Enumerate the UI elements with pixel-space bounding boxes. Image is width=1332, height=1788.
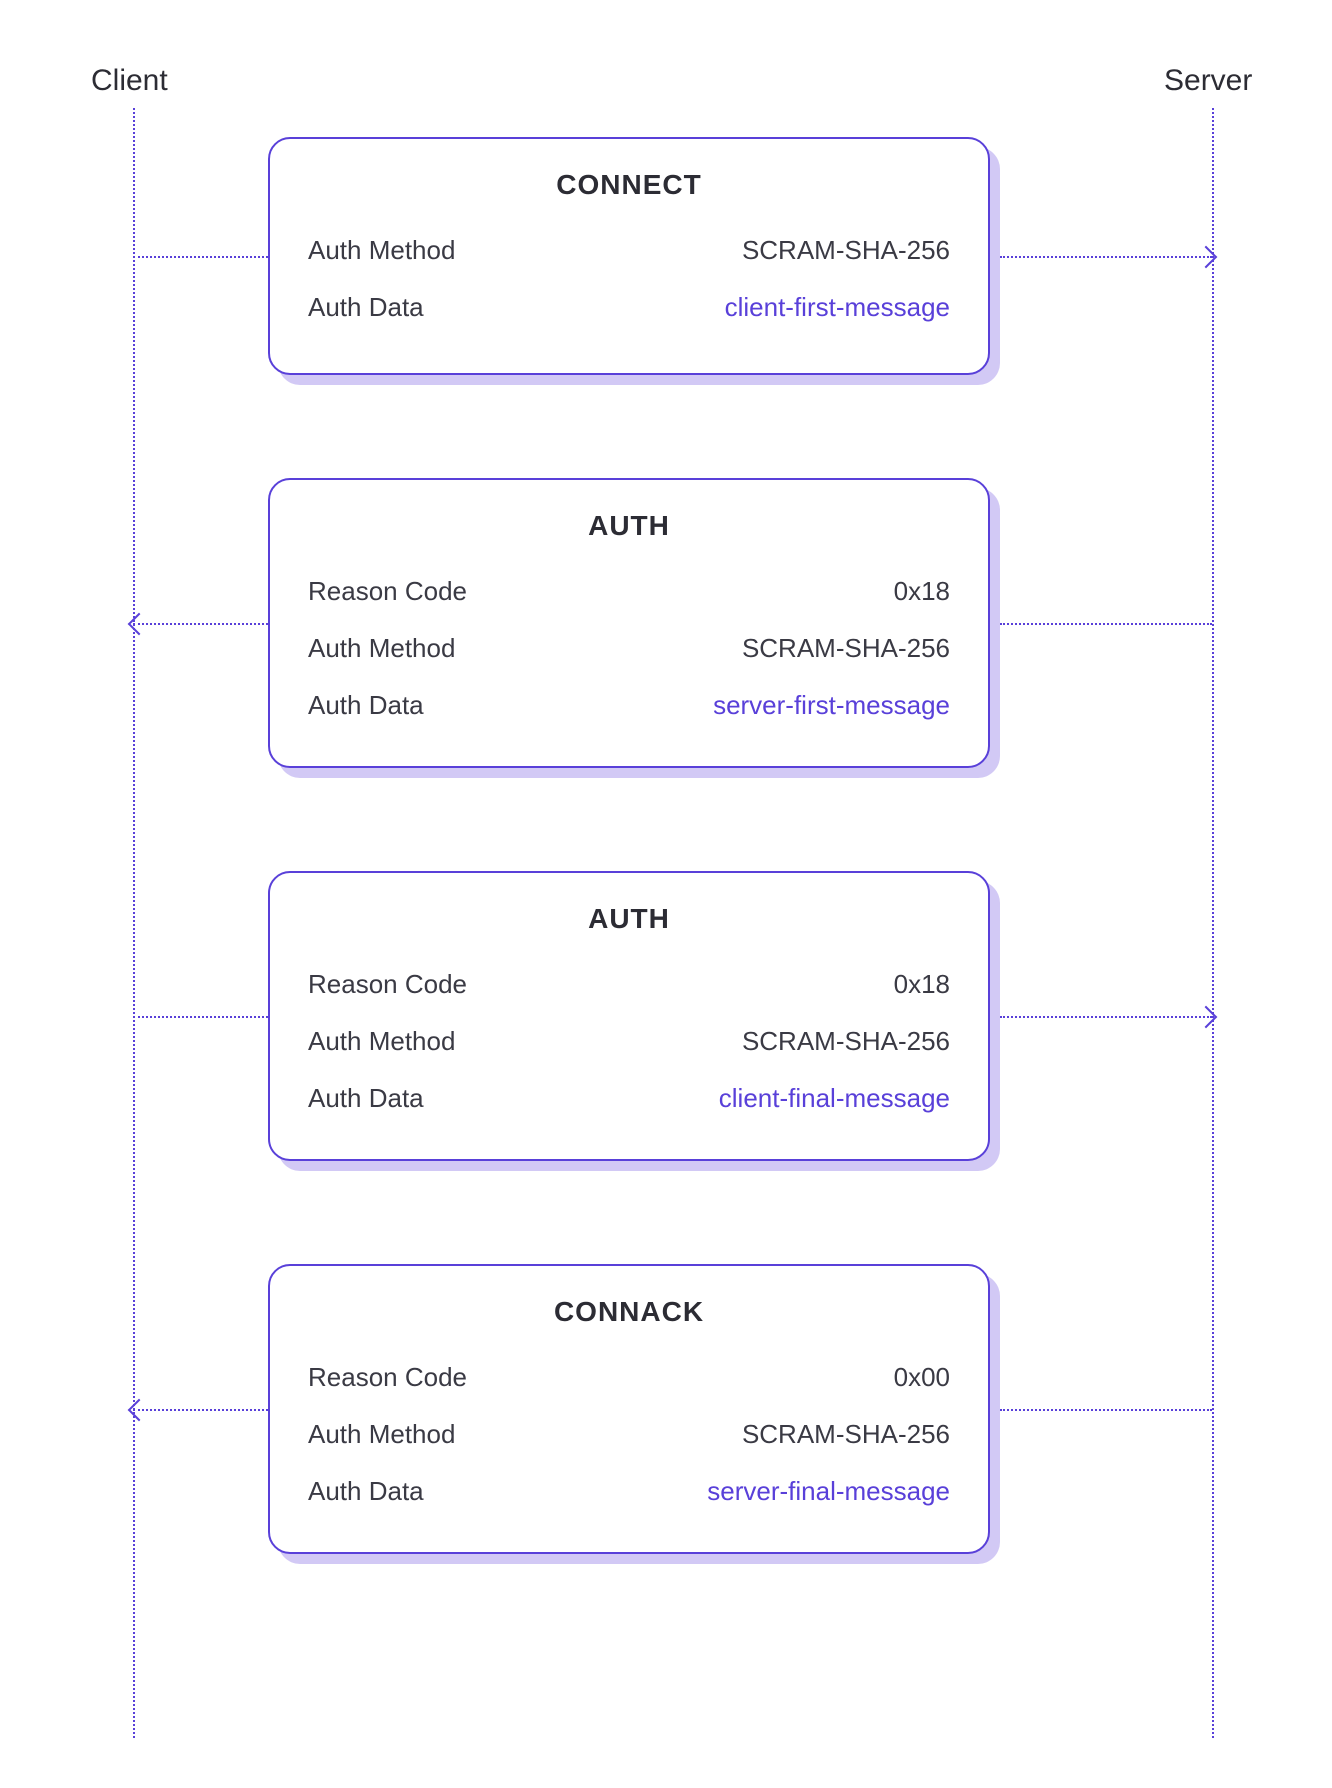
field-value: SCRAM-SHA-256	[742, 1419, 950, 1450]
field-key: Auth Data	[308, 690, 424, 721]
field-value: 0x18	[894, 576, 950, 607]
field-value: server-final-message	[707, 1476, 950, 1507]
field-row: Auth Method SCRAM-SHA-256	[308, 1026, 950, 1057]
field-key: Auth Method	[308, 1026, 455, 1057]
message-title: AUTH	[308, 903, 950, 935]
field-key: Reason Code	[308, 969, 467, 1000]
client-lifeline	[133, 108, 135, 1738]
arrow-segment	[133, 1016, 268, 1018]
field-key: Reason Code	[308, 576, 467, 607]
message-card-auth-1: AUTH Reason Code 0x18 Auth Method SCRAM-SHA-…	[268, 478, 990, 768]
field-value: SCRAM-SHA-256	[742, 1026, 950, 1057]
field-key: Auth Method	[308, 1419, 455, 1450]
field-row: Auth Method SCRAM-SHA-256	[308, 1419, 950, 1450]
message-title: CONNECT	[308, 169, 950, 201]
field-row: Auth Data client-final-message	[308, 1083, 950, 1114]
field-value: client-first-message	[725, 292, 950, 323]
arrow-head-icon	[128, 1399, 151, 1422]
arrow-segment	[1000, 623, 1212, 625]
field-key: Auth Method	[308, 235, 455, 266]
arrow-head-icon	[128, 613, 151, 636]
arrow-segment	[133, 256, 268, 258]
field-value: server-first-message	[713, 690, 950, 721]
message-card-auth-2: AUTH Reason Code 0x18 Auth Method SCRAM-SHA-…	[268, 871, 990, 1161]
field-value: 0x00	[894, 1362, 950, 1393]
field-value: client-final-message	[719, 1083, 950, 1114]
arrow-to-server	[1000, 1016, 1212, 1018]
message-card-connack: CONNACK Reason Code 0x00 Auth Method SCRAM-S…	[268, 1264, 990, 1554]
field-row: Auth Data server-first-message	[308, 690, 950, 721]
field-key: Auth Data	[308, 292, 424, 323]
field-value: 0x18	[894, 969, 950, 1000]
field-row: Auth Data client-first-message	[308, 292, 950, 323]
participant-client-label: Client	[91, 64, 168, 98]
sequence-diagram: Client Server CONNECT Auth Method SCRAM-SH…	[0, 0, 1332, 1788]
field-row: Auth Data server-final-message	[308, 1476, 950, 1507]
field-row: Auth Method SCRAM-SHA-256	[308, 235, 950, 266]
arrow-segment	[1000, 1409, 1212, 1411]
field-key: Auth Method	[308, 633, 455, 664]
field-value: SCRAM-SHA-256	[742, 633, 950, 664]
field-row: Reason Code 0x00	[308, 1362, 950, 1393]
field-key: Auth Data	[308, 1083, 424, 1114]
message-title: CONNACK	[308, 1296, 950, 1328]
arrow-to-client	[133, 1409, 268, 1411]
field-row: Reason Code 0x18	[308, 576, 950, 607]
field-key: Auth Data	[308, 1476, 424, 1507]
field-row: Reason Code 0x18	[308, 969, 950, 1000]
message-card-connect: CONNECT Auth Method SCRAM-SHA-256 Auth Data…	[268, 137, 990, 375]
server-lifeline	[1212, 108, 1214, 1738]
arrow-to-client	[133, 623, 268, 625]
field-value: SCRAM-SHA-256	[742, 235, 950, 266]
message-title: AUTH	[308, 510, 950, 542]
participant-server-label: Server	[1164, 64, 1252, 98]
field-key: Reason Code	[308, 1362, 467, 1393]
field-row: Auth Method SCRAM-SHA-256	[308, 633, 950, 664]
arrow-to-server	[1000, 256, 1212, 258]
